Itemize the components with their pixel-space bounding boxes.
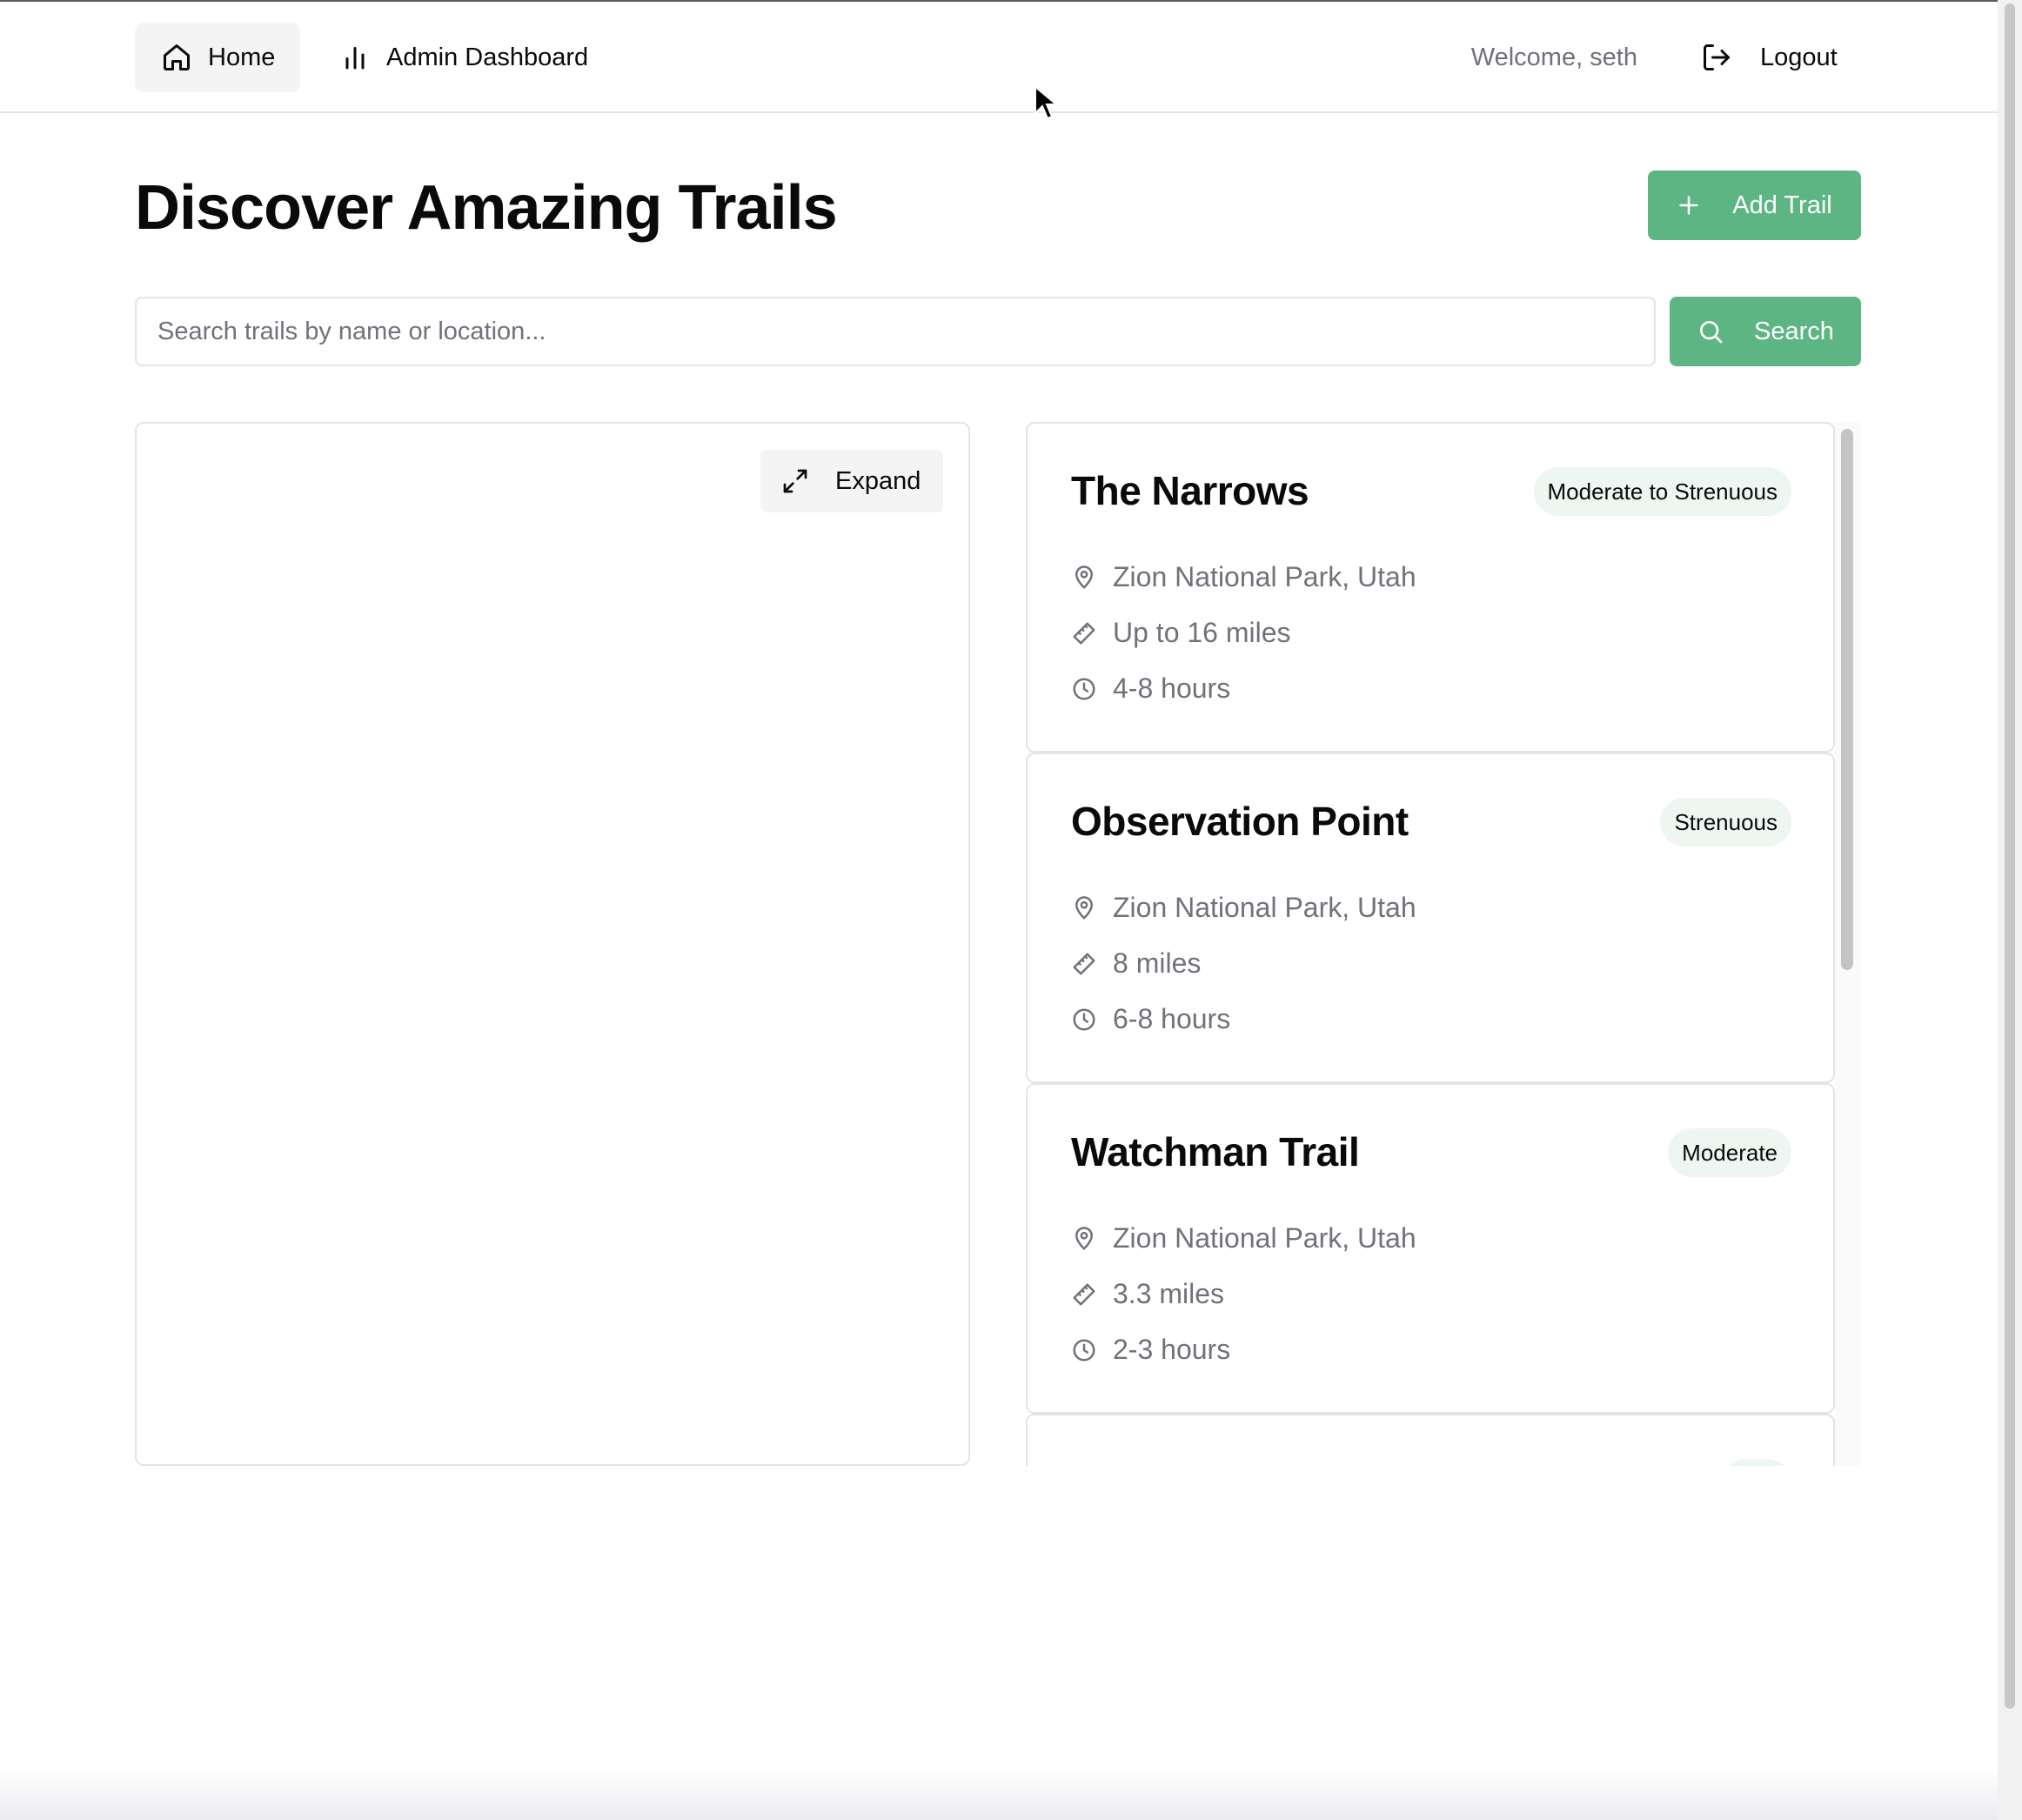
page-title: Discover Amazing Trails: [135, 173, 838, 243]
clock-icon: [1073, 1008, 1095, 1030]
clock-icon: [1073, 1339, 1095, 1361]
bar-chart-icon: [345, 47, 365, 70]
trail-list[interactable]: The Narrows Moderate to Strenuous Zion N…: [1026, 422, 1861, 1466]
plus-icon: [1679, 196, 1698, 215]
top-navbar: Home Admin Dashboard Welcome, seth Logou…: [0, 2, 1998, 113]
trail-card[interactable]: Observation Point Strenuous Zion Nationa…: [1026, 753, 1835, 1083]
window-scrollbar-thumb[interactable]: [2005, 3, 2015, 1709]
trail-location: Zion National Park, Utah: [1113, 892, 1416, 923]
mouse-cursor-icon: [1034, 85, 1058, 120]
nav-admin-dashboard-link[interactable]: Admin Dashboard: [331, 23, 609, 92]
trail-location: Zion National Park, Utah: [1113, 1222, 1416, 1254]
ruler-icon: [1073, 622, 1095, 644]
nav-home-link[interactable]: Home: [135, 23, 300, 92]
map-pin-icon: [1075, 1226, 1094, 1250]
expand-label: Expand: [835, 466, 921, 495]
trail-distance-row: 8 miles: [1071, 947, 1201, 980]
map-panel[interactable]: Expand: [135, 422, 970, 1466]
trail-card[interactable]: The Narrows Moderate to Strenuous Zion N…: [1026, 422, 1835, 753]
search-icon: [1700, 321, 1723, 344]
search-input[interactable]: [135, 297, 1656, 366]
expand-map-button[interactable]: Expand: [760, 450, 943, 512]
difficulty-badge: Strenuous: [1660, 798, 1791, 846]
trail-name: Observation Point: [1071, 799, 1409, 844]
logout-label: Logout: [1760, 43, 1838, 71]
search-button[interactable]: Search: [1670, 297, 1861, 366]
trail-name: Watchman Trail: [1071, 1129, 1360, 1174]
ruler-icon: [1073, 953, 1095, 974]
window-scrollbar[interactable]: [1998, 0, 2022, 1820]
trail-location-row: Zion National Park, Utah: [1071, 892, 1416, 924]
welcome-text: Welcome, seth: [1470, 43, 1637, 71]
trail-name: The Narrows: [1071, 468, 1309, 513]
trail-duration-row: 2-3 hours: [1071, 1334, 1230, 1366]
trail-card-partial[interactable]: [1026, 1414, 1835, 1466]
trail-distance: 8 miles: [1113, 947, 1202, 979]
nav-home-label: Home: [208, 43, 276, 71]
trail-location: Zion National Park, Utah: [1113, 561, 1416, 592]
map-pin-icon: [1075, 895, 1094, 920]
nav-admin-label: Admin Dashboard: [386, 43, 589, 71]
difficulty-badge: Moderate to Strenuous: [1533, 467, 1791, 516]
home-icon: [164, 44, 190, 70]
difficulty-badge: Moderate: [1668, 1128, 1791, 1177]
add-trail-label: Add Trail: [1732, 191, 1832, 219]
trail-duration: 4-8 hours: [1113, 672, 1231, 704]
trail-card[interactable]: Watchman Trail Moderate Zion National Pa…: [1026, 1083, 1835, 1414]
app-window: Home Admin Dashboard Welcome, seth Logou…: [0, 0, 1998, 1820]
add-trail-button[interactable]: Add Trail: [1648, 171, 1861, 240]
bottom-edge: [0, 1768, 1998, 1820]
trail-duration: 2-3 hours: [1113, 1334, 1231, 1365]
logout-icon: [1704, 44, 1730, 70]
logout-button[interactable]: Logout: [1701, 23, 1838, 92]
clock-icon: [1073, 678, 1095, 699]
trail-duration-row: 6-8 hours: [1071, 1003, 1230, 1035]
search-button-label: Search: [1754, 317, 1834, 345]
trail-distance-row: Up to 16 miles: [1071, 617, 1291, 649]
difficulty-badge: [1722, 1459, 1791, 1466]
expand-icon: [783, 469, 807, 493]
map-pin-icon: [1075, 565, 1094, 589]
trail-duration: 6-8 hours: [1113, 1003, 1231, 1034]
trail-duration-row: 4-8 hours: [1071, 672, 1230, 705]
trail-location-row: Zion National Park, Utah: [1071, 561, 1416, 593]
trail-location-row: Zion National Park, Utah: [1071, 1222, 1416, 1255]
trail-list-scrollbar-thumb[interactable]: [1841, 429, 1853, 970]
ruler-icon: [1073, 1283, 1095, 1305]
trail-distance-row: 3.3 miles: [1071, 1278, 1224, 1310]
trail-distance: Up to 16 miles: [1113, 617, 1291, 648]
trail-distance: 3.3 miles: [1113, 1278, 1225, 1309]
